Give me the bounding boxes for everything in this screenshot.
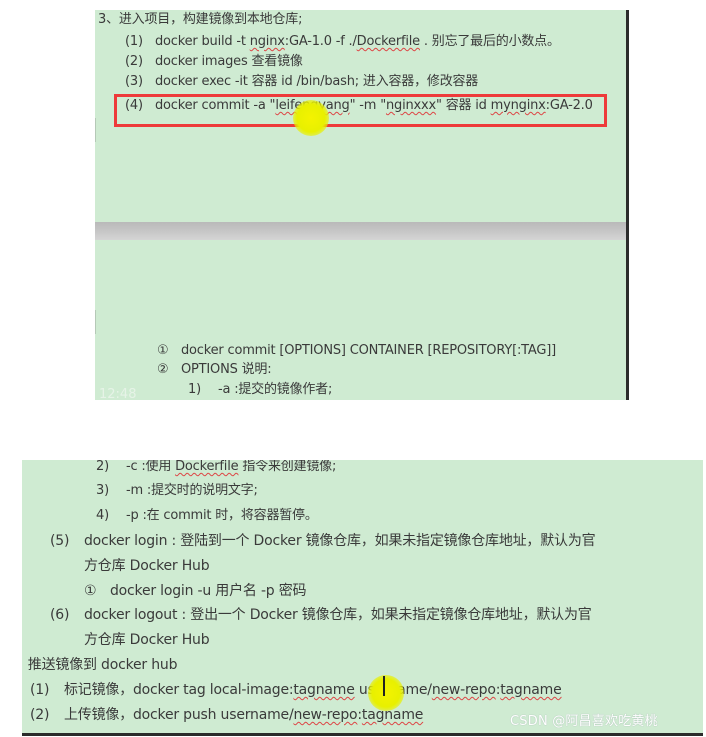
option-m: 3) -m :提交时的说明文字; xyxy=(96,483,258,499)
margin-mark xyxy=(95,118,99,142)
text-segment: -c :使用 xyxy=(126,460,176,474)
option-number: 1) xyxy=(188,382,201,397)
text-cursor-icon xyxy=(383,676,385,696)
step-text: docker exec -it 容器 id /bin/bash; 进入容器，修改… xyxy=(155,74,478,89)
circled-number: ② xyxy=(157,362,169,377)
text-segment: . 别忘了最后的小数点。 xyxy=(419,34,560,49)
option-text: -c :使用 Dockerfile 指令来创建镜像; xyxy=(126,460,336,474)
step-number: (1) xyxy=(30,682,50,698)
spellcheck-word: Dockerfile xyxy=(356,34,421,49)
circled-number: ① xyxy=(84,583,97,599)
option-text: -a :提交的镜像作者; xyxy=(218,382,333,397)
text-segment: -p :在 commit 时，将容器暂停。 xyxy=(126,508,318,523)
spellcheck-word: Dockerfile xyxy=(175,460,239,474)
step-1: (1) docker build -t nginx:GA-1.0 -f ./Doc… xyxy=(125,34,560,50)
step-login: (5) docker login : 登陆到一个 Docker 镜像仓库，如果未指… xyxy=(50,533,596,549)
cursor-highlight-icon xyxy=(293,100,329,136)
option-text: -m :提交时的说明文字; xyxy=(126,483,258,498)
step-number: (1) xyxy=(125,34,143,49)
push-step-1: (1) 标记镜像，docker tag local-image:tagname u… xyxy=(30,682,562,698)
screenshot-panel-bottom: 2) -c :使用 Dockerfile 指令来创建镜像; 3) -m :提交时的说… xyxy=(22,460,703,736)
syntax-text: OPTIONS 说明: xyxy=(181,362,272,377)
step-text: docker logout : 登出一个 Docker 镜像仓库，如果未指定镜像… xyxy=(84,607,592,623)
screenshot-panel-top: 3、进入项目，构建镜像到本地仓库; (1) docker build -t ngi… xyxy=(95,10,629,400)
text-segment: 标记镜像，docker tag local-image: xyxy=(64,682,294,698)
spellcheck-word: new-repo xyxy=(431,682,496,698)
step-text: 标记镜像，docker tag local-image:tagname user… xyxy=(64,682,562,698)
step-text: docker login : 登陆到一个 Docker 镜像仓库，如果未指定镜像… xyxy=(84,533,596,549)
syntax-line-1: ① docker commit [OPTIONS] CONTAINER [REPO… xyxy=(157,343,556,359)
option-number: 3) xyxy=(96,483,109,498)
video-timestamp: 12:48 xyxy=(99,387,137,400)
login-syntax-text: docker login -u 用户名 -p 密码 xyxy=(110,583,307,599)
step-number: (6) xyxy=(50,607,70,623)
margin-mark xyxy=(95,310,99,334)
cursor-highlight-icon xyxy=(368,675,404,711)
step-number: (2) xyxy=(30,707,50,723)
option-text: -p :在 commit 时，将容器暂停。 xyxy=(126,508,318,523)
circled-number: ① xyxy=(157,343,169,358)
option-p: 4) -p :在 commit 时，将容器暂停。 xyxy=(96,508,318,524)
step-number: (3) xyxy=(125,74,143,89)
spellcheck-word: nginx xyxy=(249,34,285,49)
step-number: (2) xyxy=(125,54,143,69)
text-segment: :GA-1.0 -f ./ xyxy=(284,34,357,49)
step-3: (3) docker exec -it 容器 id /bin/bash; 进入容器… xyxy=(125,74,478,90)
text-segment: -m :提交时的说明文字; xyxy=(126,483,258,498)
text-segment: 上传镜像，docker push username/ xyxy=(64,707,294,723)
login-syntax: ① docker login -u 用户名 -p 密码 xyxy=(84,583,307,599)
option-c: 2) -c :使用 Dockerfile 指令来创建镜像; xyxy=(96,460,336,475)
page-divider xyxy=(95,222,626,240)
step-2: (2) docker images 查看镜像 xyxy=(125,54,303,70)
csdn-watermark: CSDN @阿昌喜欢吃黄桃 xyxy=(510,714,658,729)
spellcheck-word: tagname xyxy=(500,682,562,698)
step-text: docker images 查看镜像 xyxy=(155,54,303,69)
push-section-title: 、推送镜像到 docker hub xyxy=(22,657,178,673)
step-logout-cont: 方仓库 Docker Hub xyxy=(84,632,210,648)
step-number: (5) xyxy=(50,533,70,549)
step-logout: (6) docker logout : 登出一个 Docker 镜像仓库，如果未指… xyxy=(50,607,592,623)
text-segment: docker images 查看镜像 xyxy=(155,54,303,69)
syntax-text: docker commit [OPTIONS] CONTAINER [REPOS… xyxy=(181,343,556,358)
step-text: docker build -t nginx:GA-1.0 -f ./Docker… xyxy=(155,34,560,49)
step-text: 上传镜像，docker push username/new-repo:tagna… xyxy=(64,707,423,723)
option-number: 4) xyxy=(96,508,109,523)
option-a: 1) -a :提交的镜像作者; xyxy=(188,382,332,398)
push-step-2: (2) 上传镜像，docker push username/new-repo:ta… xyxy=(30,707,423,723)
text-segment: docker build -t xyxy=(155,34,250,49)
spellcheck-word: new-repo xyxy=(293,707,358,723)
syntax-line-2: ② OPTIONS 说明: xyxy=(157,362,272,378)
section-title: 3、进入项目，构建镜像到本地仓库; xyxy=(98,12,303,27)
option-number: 2) xyxy=(96,460,109,474)
spellcheck-word: tagname xyxy=(293,682,355,698)
step-login-cont: 方仓库 Docker Hub xyxy=(84,558,210,574)
highlight-box xyxy=(114,94,607,127)
text-segment: docker exec -it 容器 id /bin/bash; 进入容器，修改… xyxy=(155,74,479,89)
text-segment: 指令来创建镜像; xyxy=(238,460,337,474)
